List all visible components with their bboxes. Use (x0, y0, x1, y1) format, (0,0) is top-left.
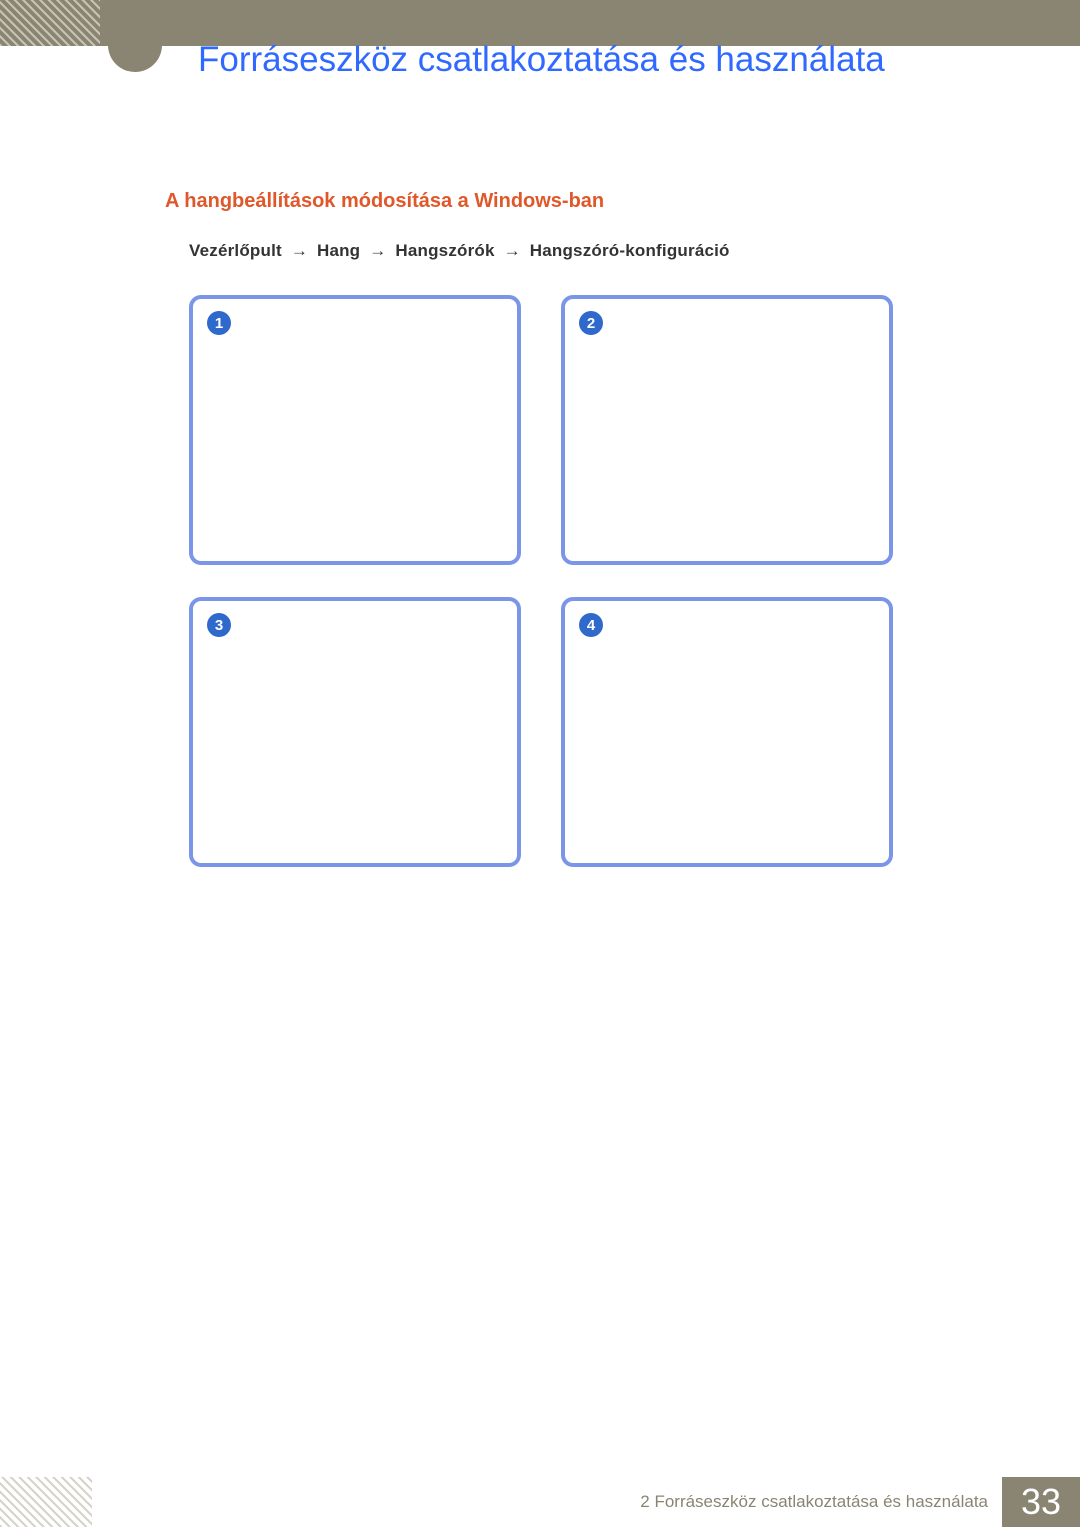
header-hatch (0, 0, 100, 46)
section-heading: A hangbeállítások módosítása a Windows-b… (165, 190, 980, 213)
footer-label: 2 Forráseszköz csatlakoztatása és haszná… (640, 1477, 1002, 1527)
arrow-right-icon: → (291, 241, 308, 261)
page-number: 33 (1002, 1477, 1080, 1527)
breadcrumb-part: Hangszóró-konfiguráció (530, 241, 730, 260)
step-badge: 1 (207, 311, 231, 335)
breadcrumb-part: Hangszórók (395, 241, 494, 260)
chapter-circle-icon (108, 18, 162, 72)
steps-grid: 1 2 3 4 (189, 295, 980, 867)
arrow-right-icon: → (369, 241, 386, 261)
step-box-1: 1 (189, 295, 521, 565)
page-footer: 2 Forráseszköz csatlakoztatása és haszná… (0, 1477, 1080, 1527)
chapter-title: Forráseszköz csatlakoztatása és használa… (198, 40, 885, 80)
step-box-2: 2 (561, 295, 893, 565)
breadcrumb-part: Vezérlőpult (189, 241, 282, 260)
footer-hatch (0, 1477, 92, 1527)
breadcrumb: Vezérlőpult → Hang → Hangszórók → Hangsz… (189, 241, 980, 261)
step-badge: 4 (579, 613, 603, 637)
breadcrumb-part: Hang (317, 241, 360, 260)
arrow-right-icon: → (504, 241, 521, 261)
step-box-3: 3 (189, 597, 521, 867)
step-badge: 3 (207, 613, 231, 637)
step-badge: 2 (579, 311, 603, 335)
step-box-4: 4 (561, 597, 893, 867)
content-area: A hangbeállítások módosítása a Windows-b… (165, 190, 980, 867)
